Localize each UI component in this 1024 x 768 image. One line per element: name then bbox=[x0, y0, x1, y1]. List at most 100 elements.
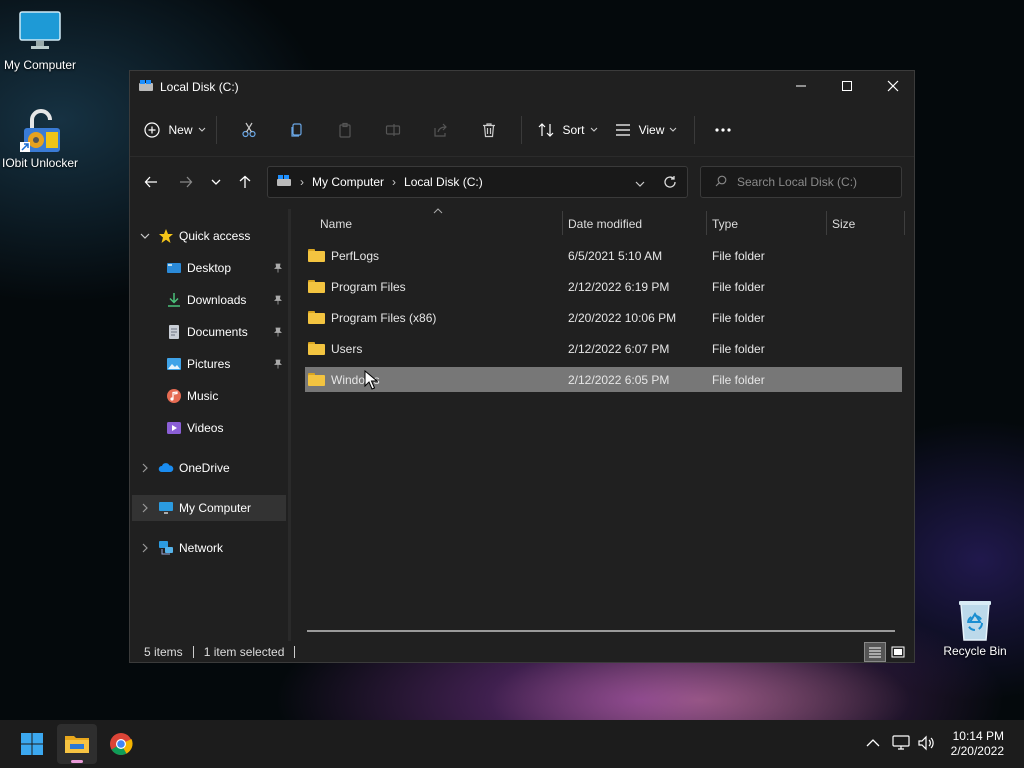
delete-icon bbox=[483, 122, 495, 137]
view-button[interactable]: View bbox=[606, 114, 686, 146]
breadcrumb-my-computer[interactable]: My Computer bbox=[312, 175, 384, 189]
maximize-button[interactable] bbox=[824, 71, 870, 101]
volume-icon[interactable] bbox=[917, 735, 935, 754]
close-button[interactable] bbox=[870, 71, 916, 101]
minimize-icon bbox=[796, 85, 806, 87]
toolbar-separator bbox=[521, 115, 522, 144]
column-header-name[interactable]: Name bbox=[320, 211, 560, 237]
up-button[interactable] bbox=[230, 167, 260, 197]
sidebar-item-onedrive[interactable]: OneDrive bbox=[132, 455, 286, 481]
file-row-program-files-x86[interactable]: Program Files (x86) 2/20/2022 10:06 PM F… bbox=[305, 305, 902, 330]
chevron-right-icon[interactable] bbox=[132, 503, 158, 513]
sidebar-item-quick-access[interactable]: Quick access bbox=[132, 223, 286, 249]
item-count: 5 items bbox=[144, 645, 183, 659]
desktop-icon-recycle-bin[interactable]: Recycle Bin bbox=[934, 596, 1016, 659]
chevron-right-icon[interactable] bbox=[132, 463, 158, 473]
taskbar: 10:14 PM 2/20/2022 bbox=[0, 720, 1024, 768]
taskbar-file-explorer[interactable] bbox=[57, 724, 97, 764]
selection-count: 1 item selected bbox=[203, 645, 285, 659]
sidebar-item-downloads[interactable]: Downloads bbox=[132, 287, 286, 313]
sidebar-item-documents[interactable]: Documents bbox=[132, 319, 286, 345]
file-type: File folder bbox=[712, 279, 765, 294]
file-row-perflogs[interactable]: PerfLogs 6/5/2021 5:10 AM File folder bbox=[305, 243, 902, 268]
more-options-button[interactable] bbox=[703, 114, 743, 146]
view-label: View bbox=[638, 122, 665, 137]
sidebar-item-network[interactable]: Network bbox=[132, 535, 286, 561]
unlocker-icon bbox=[18, 108, 62, 152]
folder-icon bbox=[308, 373, 325, 386]
sidebar-item-videos[interactable]: Videos bbox=[132, 415, 286, 441]
share-icon bbox=[434, 123, 447, 137]
column-divider[interactable] bbox=[562, 211, 563, 235]
column-divider[interactable] bbox=[706, 211, 707, 235]
system-clock[interactable]: 10:14 PM 2/20/2022 bbox=[951, 729, 1004, 759]
desktop-icon-my-computer[interactable]: My Computer bbox=[0, 10, 80, 73]
column-header-type[interactable]: Type bbox=[712, 211, 826, 237]
file-type: File folder bbox=[712, 372, 765, 387]
delete-button[interactable] bbox=[465, 114, 513, 146]
sidebar-item-music[interactable]: Music bbox=[132, 383, 286, 409]
new-button[interactable]: New bbox=[142, 114, 208, 146]
show-hidden-icons-button[interactable] bbox=[866, 736, 880, 750]
sidebar-item-label: Videos bbox=[187, 421, 224, 435]
refresh-button[interactable] bbox=[663, 175, 677, 192]
toolbar-separator bbox=[216, 115, 217, 144]
clock-date: 2/20/2022 bbox=[950, 744, 1004, 758]
address-history-dropdown[interactable] bbox=[635, 177, 645, 191]
back-button[interactable] bbox=[136, 167, 166, 197]
chevron-down-icon bbox=[635, 181, 645, 187]
file-row-program-files[interactable]: Program Files 2/12/2022 6:19 PM File fol… bbox=[305, 274, 902, 299]
more-icon bbox=[715, 127, 731, 132]
share-button[interactable] bbox=[417, 114, 465, 146]
navigation-pane: Quick access Desktop Downloads Documents… bbox=[130, 209, 288, 641]
column-divider[interactable] bbox=[904, 211, 905, 235]
command-bar: New Sort View bbox=[130, 103, 914, 157]
details-view-button[interactable] bbox=[864, 642, 886, 662]
start-button[interactable] bbox=[12, 724, 52, 764]
recent-locations-button[interactable] bbox=[201, 167, 231, 197]
column-label: Type bbox=[712, 217, 739, 231]
status-bar: 5 items 1 item selected bbox=[130, 641, 914, 663]
forward-button[interactable] bbox=[171, 167, 201, 197]
address-bar[interactable]: › My Computer › Local Disk (C:) bbox=[267, 166, 688, 198]
file-name: Program Files bbox=[331, 279, 406, 294]
sidebar-item-desktop[interactable]: Desktop bbox=[132, 255, 286, 281]
file-date: 2/12/2022 6:07 PM bbox=[568, 341, 670, 356]
rename-button[interactable] bbox=[369, 114, 417, 146]
chevron-right-icon: › bbox=[300, 175, 304, 189]
cut-button[interactable] bbox=[225, 114, 273, 146]
chevron-right-icon[interactable] bbox=[132, 543, 158, 553]
recycle-bin-icon bbox=[953, 596, 997, 641]
sidebar-item-pictures[interactable]: Pictures bbox=[132, 351, 286, 377]
network-status-icon[interactable] bbox=[892, 735, 910, 754]
sidebar-item-my-computer[interactable]: My Computer bbox=[132, 495, 286, 521]
search-box[interactable]: Search Local Disk (C:) bbox=[700, 166, 902, 198]
horizontal-scrollbar[interactable] bbox=[307, 630, 895, 632]
folder-icon bbox=[308, 280, 325, 293]
sidebar-item-label: Documents bbox=[187, 325, 248, 339]
sidebar-item-label: Pictures bbox=[187, 357, 231, 371]
taskbar-chrome[interactable] bbox=[101, 724, 141, 764]
column-divider[interactable] bbox=[826, 211, 827, 235]
pane-splitter[interactable] bbox=[288, 209, 291, 641]
monitor-icon bbox=[18, 10, 62, 54]
search-placeholder: Search Local Disk (C:) bbox=[737, 175, 858, 189]
column-header-size[interactable]: Size bbox=[832, 211, 902, 237]
minimize-button[interactable] bbox=[778, 71, 824, 101]
network-icon bbox=[158, 540, 174, 556]
column-label: Size bbox=[832, 217, 856, 231]
file-row-users[interactable]: Users 2/12/2022 6:07 PM File folder bbox=[305, 336, 902, 361]
active-indicator bbox=[71, 760, 83, 763]
large-icons-view-button[interactable] bbox=[888, 642, 908, 662]
details-view-icon bbox=[869, 647, 881, 658]
folder-icon bbox=[308, 342, 325, 355]
copy-button[interactable] bbox=[273, 114, 321, 146]
desktop-icon-iobit-unlocker[interactable]: IObit Unlocker bbox=[0, 108, 80, 171]
chevron-down-icon[interactable] bbox=[132, 233, 158, 240]
breadcrumb-local-disk[interactable]: Local Disk (C:) bbox=[404, 175, 483, 189]
paste-button[interactable] bbox=[321, 114, 369, 146]
file-row-windows[interactable]: Windows 2/12/2022 6:05 PM File folder bbox=[305, 367, 902, 392]
column-header-date[interactable]: Date modified bbox=[568, 211, 706, 237]
sort-button[interactable]: Sort bbox=[530, 114, 606, 146]
file-name: PerfLogs bbox=[331, 248, 380, 263]
